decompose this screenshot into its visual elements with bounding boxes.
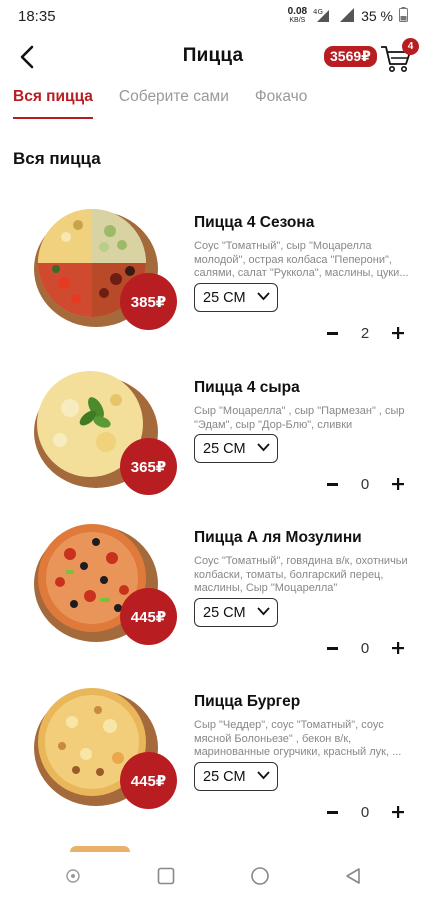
product-card: 385₽ Пицца 4 Сезона Соус "Томатный", сыр… (0, 203, 426, 363)
minus-button[interactable] (322, 638, 342, 658)
square-icon (157, 867, 175, 885)
size-value: 25 СМ (203, 768, 246, 785)
product-description: Соус "Томатный", говядина в/к, охотничьи… (194, 555, 408, 594)
dot-circle-icon (66, 869, 80, 883)
product-name: Пицца А ля Мозулини (194, 529, 362, 546)
battery-icon (399, 7, 408, 25)
tab-build-your-own[interactable]: Соберите сами (119, 88, 229, 120)
circle-icon (250, 867, 269, 885)
product-description: Соус "Томатный", сыр "Моцарелла молодой"… (194, 240, 409, 279)
quantity-stepper: 0 (322, 800, 408, 824)
nav-recents-button[interactable] (154, 864, 178, 888)
network-speed: 0.08 KB/S (288, 7, 307, 25)
price-badge: 445₽ (120, 588, 177, 645)
nav-back-button[interactable] (341, 864, 365, 888)
quantity-value: 0 (360, 475, 370, 493)
product-name: Пицца Бургер (194, 693, 301, 710)
plus-button[interactable] (388, 802, 408, 822)
chevron-down-icon (257, 607, 270, 616)
minus-icon (326, 331, 338, 335)
status-time: 18:35 (18, 7, 56, 25)
quantity-value: 0 (360, 639, 370, 657)
plus-button[interactable] (388, 323, 408, 343)
product-description: Сыр "Моцарелла" , сыр "Пармезан" , сыр "… (194, 405, 405, 431)
size-dropdown[interactable]: 25 СМ (194, 283, 278, 312)
size-dropdown[interactable]: 25 СМ (194, 762, 278, 791)
product-card: 445₽ Пицца Бургер Сыр "Чеддер", соус "То… (0, 682, 426, 842)
plus-icon (392, 327, 404, 339)
quantity-stepper: 2 (322, 321, 408, 345)
product-name: Пицца 4 Сезона (194, 214, 315, 231)
plus-icon (392, 642, 404, 654)
system-nav-bar (0, 852, 426, 900)
cart-count-badge: 4 (402, 38, 419, 55)
product-card: 365₽ Пицца 4 сыра Сыр "Моцарелла" , сыр … (0, 368, 426, 528)
minus-button[interactable] (322, 323, 342, 343)
status-icons: 0.08 KB/S 4G 35 % (288, 7, 408, 26)
size-dropdown[interactable]: 25 СМ (194, 598, 278, 627)
minus-icon (326, 646, 338, 650)
plus-icon (392, 806, 404, 818)
plus-button[interactable] (388, 474, 408, 494)
product-description: Сыр "Чеддер", соус "Томатный", соус мясн… (194, 719, 402, 758)
size-value: 25 СМ (203, 440, 246, 457)
price-badge: 365₽ (120, 438, 177, 495)
quantity-stepper: 0 (322, 636, 408, 660)
category-tabs: Вся пицца Соберите сами Фокачо (0, 88, 426, 122)
price-badge: 445₽ (120, 752, 177, 809)
battery-level: 35 % (361, 8, 393, 24)
signal-icon (339, 7, 355, 26)
minus-button[interactable] (322, 474, 342, 494)
plus-icon (392, 478, 404, 490)
cart-total-badge: 3569₽ (324, 46, 377, 67)
tab-focaccia[interactable]: Фокачо (255, 88, 308, 120)
price-badge: 385₽ (120, 273, 177, 330)
chevron-down-icon (257, 771, 270, 780)
chevron-down-icon (257, 443, 270, 452)
size-value: 25 СМ (203, 289, 246, 306)
triangle-back-icon (346, 868, 361, 884)
nav-menu-button[interactable] (61, 864, 85, 888)
network-type-label: 4G (313, 8, 323, 16)
network-speed-value: 0.08 (287, 6, 308, 17)
section-title: Вся пицца (13, 149, 101, 168)
status-bar: 18:35 0.08 KB/S 4G 35 % (0, 0, 426, 32)
cart-button[interactable]: 3569₽ 4 (322, 38, 422, 78)
size-dropdown[interactable]: 25 СМ (194, 434, 278, 463)
quantity-value: 2 (360, 324, 370, 342)
network-speed-unit: KB/S (289, 17, 306, 24)
product-card: 445₽ Пицца А ля Мозулини Соус "Томатный"… (0, 518, 426, 678)
tab-all-pizza[interactable]: Вся пицца (13, 88, 93, 120)
plus-button[interactable] (388, 638, 408, 658)
chevron-down-icon (257, 292, 270, 301)
minus-button[interactable] (322, 802, 342, 822)
minus-icon (326, 482, 338, 486)
quantity-stepper: 0 (322, 472, 408, 496)
quantity-value: 0 (360, 803, 370, 821)
minus-icon (326, 810, 338, 814)
nav-home-button[interactable] (248, 864, 272, 888)
signal-4g-icon: 4G (313, 7, 333, 26)
product-name: Пицца 4 сыра (194, 379, 300, 396)
size-value: 25 СМ (203, 604, 246, 621)
app-header: Пицца 3569₽ 4 (0, 32, 426, 82)
